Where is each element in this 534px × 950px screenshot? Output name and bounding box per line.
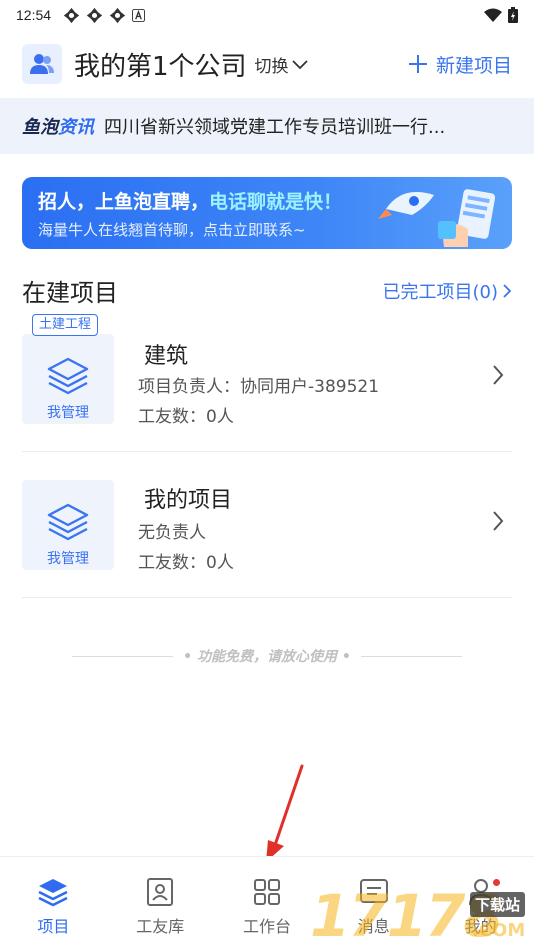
news-logo-part2: 资讯 (58, 117, 94, 138)
news-headline[interactable]: 四川省新兴领域党建工作专员培训班一行... (104, 113, 445, 139)
app-notification-icon (109, 7, 126, 23)
notification-icons (63, 7, 146, 24)
new-project-button[interactable]: 新建项目 (408, 51, 512, 78)
chevron-right-icon (493, 511, 504, 531)
manage-label: 我管理 (47, 405, 89, 421)
nav-projects[interactable]: 项目 (0, 857, 107, 950)
recruit-banner[interactable]: 招人，上鱼泡直聘，电话聊就是快！ 海量牛人在线翘首待聊，点击立即联系~ (22, 177, 512, 249)
status-bar: 12:54 (0, 0, 534, 30)
free-notice: • 功能免费，请放心使用 • (72, 646, 462, 666)
project-thumbnail: 我管理 (22, 334, 114, 424)
banner-title-highlight: 电话聊就是快！ (209, 191, 343, 213)
group-users-icon (30, 54, 54, 74)
project-thumbnail: 我管理 (22, 480, 114, 570)
news-ticker[interactable]: 鱼泡资讯 四川省新兴领域党建工作专员培训班一行... (0, 98, 534, 154)
completed-projects-label: 已完工项目(0) (382, 281, 499, 303)
manage-label: 我管理 (47, 551, 89, 567)
new-project-label: 新建项目 (435, 54, 512, 77)
project-item[interactable]: 我管理 土建工程 建筑 项目负责人：协同用户-389521 工友数：0人 (22, 306, 512, 452)
rocket-phone-illustration (378, 189, 496, 247)
plus-icon (408, 55, 427, 73)
project-worker-count: 工友数：0人 (138, 407, 234, 427)
project-name: 我的项目 (144, 488, 233, 513)
project-manager: 项目负责人：协同用户-389521 (138, 377, 380, 397)
switch-label: 切换 (254, 56, 289, 77)
project-name: 建筑 (144, 344, 189, 369)
nav-worker-library[interactable]: 工友库 (107, 857, 214, 950)
company-avatar[interactable] (22, 44, 62, 84)
grid-icon (253, 879, 280, 905)
divider (72, 655, 174, 657)
layers-icon (38, 879, 68, 907)
app-notification-icon (86, 7, 103, 23)
layers-icon (47, 357, 89, 395)
free-notice-text: • 功能免费，请放心使用 • (183, 649, 351, 665)
contact-card-icon (147, 878, 174, 906)
chevron-down-icon (291, 60, 308, 70)
in-progress-section-header: 在建项目 已完工项目(0) (22, 273, 512, 308)
banner-title: 招人，上鱼泡直聘，电话聊就是快！ (38, 187, 342, 214)
nav-label: 项目 (37, 917, 70, 936)
project-worker-count: 工友数：0人 (138, 553, 234, 573)
a-badge-icon (132, 8, 146, 22)
chevron-right-icon (503, 283, 512, 298)
nav-workbench[interactable]: 工作台 (214, 857, 321, 950)
battery-icon (508, 7, 518, 23)
section-title: 在建项目 (22, 279, 118, 307)
project-item[interactable]: 我管理 我的项目 无负责人 工友数：0人 (22, 452, 512, 598)
nav-label: 工作台 (242, 917, 291, 936)
layers-icon (47, 503, 89, 541)
news-logo: 鱼泡资讯 (22, 113, 94, 139)
banner-title-part1: 招人，上鱼泡直聘， (38, 191, 210, 213)
chevron-right-icon (493, 365, 504, 385)
divider (360, 655, 462, 657)
company-header: 我的第1个公司 切换 新建项目 (0, 30, 534, 98)
news-logo-part1: 鱼泡 (22, 117, 58, 138)
wifi-icon (484, 8, 502, 22)
site-watermark: 17178 下载站 .COM (310, 882, 534, 950)
system-icons (484, 7, 518, 23)
banner-subtitle: 海量牛人在线翘首待聊，点击立即联系~ (38, 221, 306, 239)
red-annotation-arrow (266, 764, 304, 862)
company-name[interactable]: 我的第1个公司 (74, 46, 247, 83)
completed-projects-link[interactable]: 已完工项目(0) (383, 278, 513, 304)
switch-company-button[interactable]: 切换 (255, 52, 309, 77)
project-category-tag: 土建工程 (32, 314, 99, 336)
project-manager: 无负责人 (138, 523, 206, 543)
nav-label: 工友库 (136, 917, 185, 936)
watermark-download-label: 下载站 (470, 892, 526, 917)
app-notification-icon (63, 7, 80, 23)
watermark-domain: .COM (472, 920, 526, 941)
status-time: 12:54 (16, 7, 52, 23)
